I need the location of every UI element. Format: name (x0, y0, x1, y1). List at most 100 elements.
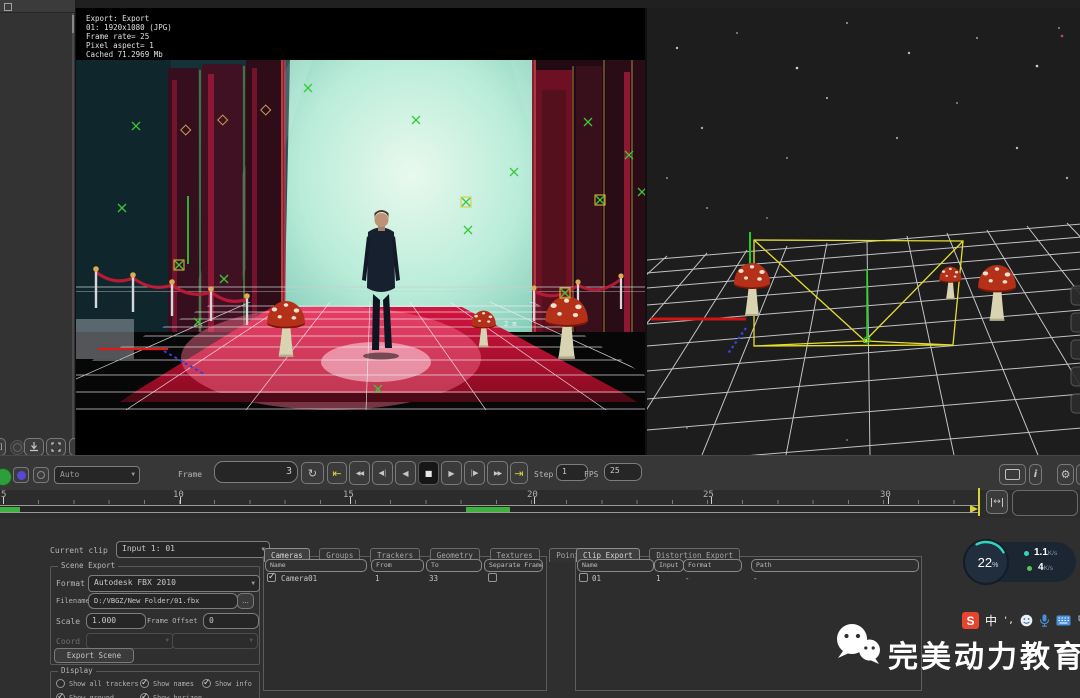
column-header-name[interactable]: Name (577, 559, 654, 572)
filename-input[interactable]: D:/VBGZ/New Folder/01.fbx (88, 593, 238, 609)
checkbox-show-info[interactable]: Show info (202, 679, 252, 688)
frame-offset-input[interactable]: 0 (203, 613, 259, 629)
sogou-logo-icon[interactable]: S (962, 612, 979, 629)
fast-forward-button[interactable]: ▶▶ (487, 461, 508, 485)
play-backward-button[interactable]: ◀ (395, 461, 416, 485)
color-mode-button[interactable] (13, 467, 29, 483)
coord-select-2[interactable]: ▼ (172, 633, 258, 649)
checkbox-icon (56, 693, 65, 698)
browse-button[interactable]: ... (237, 593, 254, 609)
sidebar-header (0, 0, 75, 13)
format-select[interactable]: Autodesk FBX 2010 ▼ (88, 575, 260, 592)
footage-scene[interactable]: 2 m (76, 60, 646, 410)
step-back-button[interactable]: ◀| (372, 461, 393, 485)
ime-toolbar[interactable]: S 中 ', (962, 612, 1080, 629)
column-header-separate-frames[interactable]: Separate Frames (484, 559, 543, 572)
net-speed-widget[interactable]: 22% 1.1K/s 4K/s (972, 542, 1076, 582)
frame-input[interactable]: 3 (214, 461, 298, 483)
scale-input[interactable]: 1.000 (86, 613, 146, 629)
left-sidebar (0, 0, 76, 455)
emoji-icon[interactable] (1020, 614, 1033, 627)
goto-out-button[interactable]: ⇥ (510, 462, 528, 484)
export-scene-button[interactable]: Export Scene (54, 648, 134, 663)
scene-export-title: Scene Export (58, 561, 118, 570)
sidebar-scrollbar[interactable] (72, 13, 74, 453)
ime-punct-toggle[interactable]: ', (1003, 616, 1014, 626)
display-title: Display (58, 666, 96, 675)
bracket-button[interactable]: ] (0, 438, 6, 456)
ime-mode-chinese[interactable]: 中 (985, 612, 997, 629)
current-clip-select[interactable]: Input 1: 01 ▼ (116, 541, 270, 558)
clip-row-checkbox[interactable] (579, 573, 588, 582)
format-label: Format (56, 579, 85, 588)
column-header-to[interactable]: To (426, 559, 482, 572)
current-clip-value: Input 1: 01 (122, 544, 175, 553)
cached-range (466, 507, 510, 512)
display-output-button[interactable] (999, 464, 1026, 485)
timeline[interactable]: 5 10 15 20 25 30 ↔ (0, 490, 1080, 518)
fit-icon: ↔ (991, 498, 1003, 507)
mask-mode-button[interactable] (33, 467, 49, 483)
auto-mode-select[interactable]: Auto ▼ (54, 466, 140, 484)
step-forward-button[interactable]: |▶ (464, 461, 485, 485)
fit-timeline-button[interactable]: ↔ (986, 490, 1008, 514)
column-header-path[interactable]: Path (751, 559, 919, 572)
scene-3d[interactable] (647, 8, 1080, 455)
voice-input-icon[interactable] (1039, 614, 1050, 627)
step-label: Step (534, 470, 553, 479)
scene-viewport[interactable] (645, 8, 1080, 455)
clip-row[interactable]: 01 1 - - (575, 572, 920, 584)
rewind-button[interactable]: ◀◀ (349, 461, 370, 485)
fullscreen-button[interactable] (46, 438, 66, 456)
end-marker[interactable] (978, 488, 980, 516)
camera-row[interactable]: Camera01 1 33 (263, 572, 545, 584)
filename-label: Filename (56, 597, 90, 605)
point-cloud-stars (666, 22, 1068, 441)
wechat-logo-icon (834, 622, 884, 668)
camera-name: Camera01 (281, 574, 317, 583)
checkbox-show-ground[interactable]: Show ground (56, 693, 114, 698)
record-button[interactable] (0, 468, 12, 486)
checkbox-label: Show info (215, 680, 252, 688)
scale-value: 1.000 (92, 616, 116, 625)
checkbox-show-horizon[interactable]: Show horizon (140, 693, 202, 698)
clip-format: - (685, 574, 690, 583)
checkbox-label: Show horizon (153, 694, 202, 698)
frame-label: Frame (178, 470, 202, 479)
fps-input[interactable]: 25 (604, 463, 642, 481)
import-button[interactable] (24, 438, 44, 456)
column-header-name[interactable]: Name (265, 559, 367, 572)
cached-range (0, 507, 20, 512)
loop-icon: ↻ (308, 467, 317, 480)
overlay-line: Export: Export (86, 14, 172, 23)
browse-label: ... (242, 597, 249, 605)
info-button[interactable]: i (1029, 464, 1042, 485)
checkbox-show-all-trackers[interactable]: Show all trackers (56, 679, 139, 688)
coord-label: Coord (56, 637, 80, 646)
timeline-range-box[interactable] (1012, 490, 1078, 516)
play-button[interactable]: ▶ (441, 461, 462, 485)
column-header-format[interactable]: Format (683, 559, 742, 572)
separate-frames-checkbox[interactable] (488, 573, 497, 582)
snap-button[interactable] (10, 440, 25, 455)
step-value: 1 (562, 467, 567, 476)
column-header-from[interactable]: From (371, 559, 424, 572)
upload-dot-icon (1024, 551, 1029, 556)
major-ticks (0, 497, 978, 504)
edge-partial-button[interactable] (1076, 464, 1080, 485)
overlay-line: 01: 1920x1080 (JPG) (86, 23, 172, 32)
checkbox-show-names[interactable]: Show names (140, 679, 194, 688)
soft-keyboard-icon[interactable] (1056, 615, 1071, 626)
loop-button[interactable]: ↻ (301, 462, 324, 484)
settings-button[interactable]: ⚙ (1057, 464, 1074, 485)
transport-bar: Auto ▼ Frame 3 ↻ ⇤ ◀◀ ◀| ◀ ■ ▶ |▶ ▶▶ ⇥ S… (0, 455, 1080, 492)
checkbox-label: Show names (153, 680, 194, 688)
coord-select-1[interactable]: ▼ (86, 633, 174, 649)
column-header-input[interactable]: Input (654, 559, 684, 572)
stop-button[interactable]: ■ (418, 461, 439, 485)
goto-in-button[interactable]: ⇤ (327, 462, 347, 484)
edge-buttons[interactable] (1071, 286, 1080, 413)
camera-row-checkbox[interactable] (267, 573, 276, 582)
cache-track[interactable] (0, 505, 978, 513)
footage-viewport[interactable]: Export: Export 01: 1920x1080 (JPG) Frame… (75, 8, 646, 455)
